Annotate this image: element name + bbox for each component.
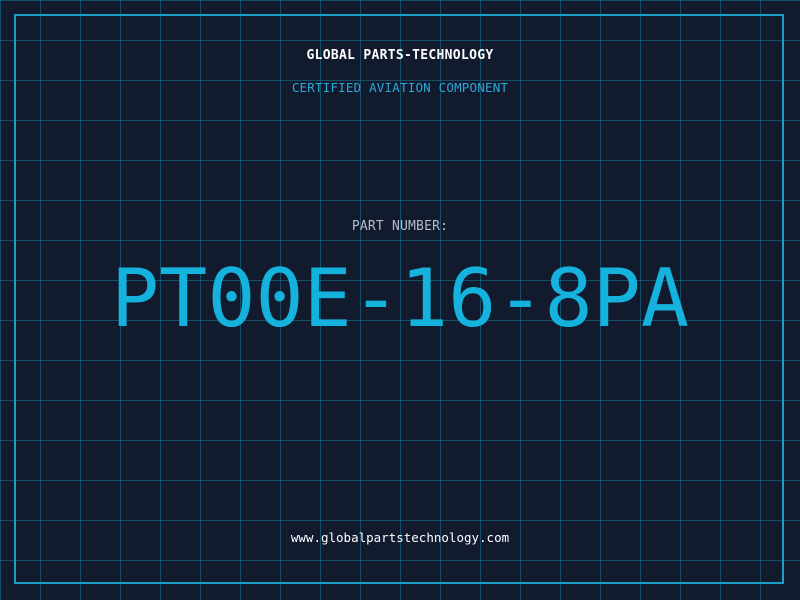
website-url: www.globalpartstechnology.com <box>290 530 510 545</box>
label-card: GLOBAL PARTS-TECHNOLOGY CERTIFIED AVIATI… <box>0 0 800 600</box>
certification-subtitle: CERTIFIED AVIATION COMPONENT <box>291 80 509 95</box>
company-name: GLOBAL PARTS-TECHNOLOGY <box>306 48 494 63</box>
part-number-value: PT00E-16-8PA <box>111 252 689 345</box>
part-number-label: PART NUMBER: <box>351 219 449 234</box>
